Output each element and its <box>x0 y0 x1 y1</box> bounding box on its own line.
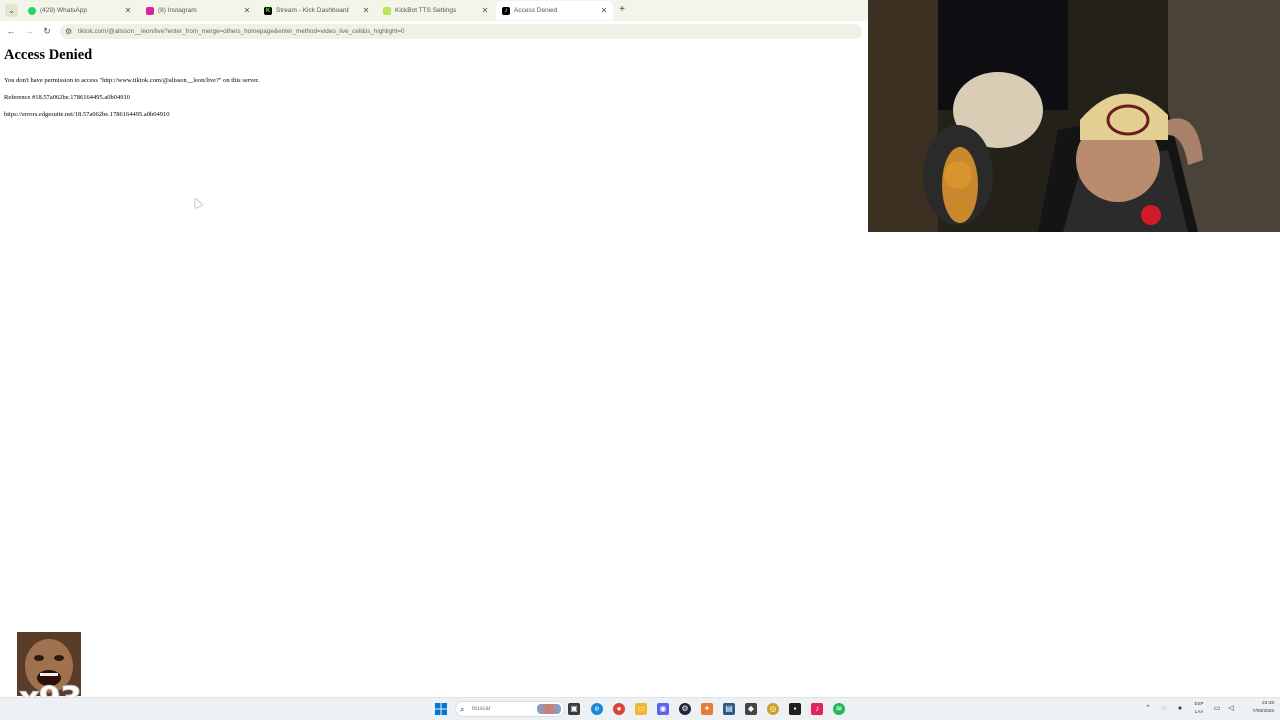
tab-instagram[interactable]: (8) Instagram ✕ <box>140 1 256 20</box>
url-input[interactable] <box>78 25 848 38</box>
close-icon[interactable]: ✕ <box>599 6 609 15</box>
microphone-icon[interactable]: ● <box>1175 703 1185 715</box>
taskbar-search-box[interactable]: ⌕ <box>455 701 565 717</box>
app-icon[interactable]: ◆ <box>745 703 757 715</box>
screen: ⌄ (429) WhatsApp ✕ (8) Instagram ✕ K Str… <box>0 0 1280 720</box>
coin-app-icon[interactable]: ◎ <box>767 703 779 715</box>
tab-kickbot-tts[interactable]: KickBot TTS Settings ✕ <box>377 1 494 20</box>
chrome-icon[interactable]: ● <box>613 703 625 715</box>
tab-search-icon[interactable]: ⌄ <box>5 4 18 17</box>
tab-title: Access Denied <box>514 7 558 14</box>
tab-title: KickBot TTS Settings <box>395 7 457 14</box>
reload-icon[interactable]: ↻ <box>40 25 54 38</box>
whatsapp-icon <box>28 6 36 15</box>
webcam-scene <box>868 0 1280 232</box>
site-settings-icon[interactable]: ⚙ <box>65 25 72 38</box>
copilot-icon[interactable]: ✦ <box>701 703 713 715</box>
clock-date: 7/08/2026 <box>1252 709 1274 714</box>
windows-start-icon[interactable] <box>435 703 447 715</box>
page-content: Access Denied You don't have permission … <box>0 42 868 695</box>
spotify-icon[interactable]: ≋ <box>833 703 845 715</box>
store-icon[interactable]: ▤ <box>723 703 735 715</box>
kickbot-icon <box>383 6 391 15</box>
taskbar-search-input[interactable] <box>472 703 528 715</box>
back-arrow-icon[interactable]: ← <box>4 25 18 38</box>
error-message: You don't have permission to access "htt… <box>4 77 260 84</box>
steam-icon[interactable]: ⚙ <box>679 703 691 715</box>
tab-title: (8) Instagram <box>158 7 197 14</box>
tab-title: (429) WhatsApp <box>40 7 87 14</box>
keyboard-layout: LAA <box>1194 709 1204 714</box>
edge-icon[interactable]: e <box>591 703 603 715</box>
forward-arrow-icon[interactable]: → <box>22 25 36 38</box>
browser-toolbar: ← → ↻ ⚙ <box>0 21 868 42</box>
close-icon[interactable]: ✕ <box>480 6 490 15</box>
discord-icon[interactable]: ◉ <box>657 703 669 715</box>
volume-icon[interactable]: ◁ <box>1225 703 1237 715</box>
instagram-icon <box>146 6 154 15</box>
task-view-icon[interactable]: ▣ <box>568 703 580 715</box>
close-icon[interactable]: ✕ <box>242 6 252 15</box>
address-bar[interactable]: ⚙ <box>60 24 862 39</box>
file-explorer-icon[interactable]: ▭ <box>635 703 647 715</box>
language-indicator[interactable]: ESP LAA <box>1191 700 1207 716</box>
taskbar: ⌕ ▣ e ● ▭ ◉ ⚙ ✦ ▤ ◆ ◎ ▪ ♪ ≋ ⌃ ◌ ● ESP LA… <box>0 697 1280 720</box>
clock[interactable]: 23:48 7/08/2026 <box>1238 700 1274 716</box>
error-url-text: https://errors.edgesuite.net/18.57a062be… <box>4 111 170 118</box>
tray-app-icon[interactable]: ◌ <box>1159 703 1169 715</box>
webcam-overlay <box>868 0 1280 232</box>
tab-kick-dashboard[interactable]: K Stream - Kick Dashboard ✕ <box>258 1 375 20</box>
clock-time: 23:48 <box>1261 701 1274 706</box>
network-icon[interactable]: ▭ <box>1211 703 1223 715</box>
chevron-up-icon[interactable]: ⌃ <box>1143 703 1153 715</box>
tiktok-icon: ♪ <box>502 6 510 15</box>
language-code: ESP <box>1194 701 1204 706</box>
page-title: Access Denied <box>4 47 93 63</box>
close-icon[interactable]: ✕ <box>123 6 133 15</box>
terminal-icon[interactable]: ▪ <box>789 703 801 715</box>
kick-icon: K <box>264 6 272 15</box>
search-highlight-image <box>537 704 561 714</box>
search-icon: ⌕ <box>460 705 465 714</box>
tab-whatsapp[interactable]: (429) WhatsApp ✕ <box>22 1 137 20</box>
new-tab-plus-icon[interactable]: + <box>616 4 628 16</box>
tab-title: Stream - Kick Dashboard <box>276 7 349 14</box>
tiktok-app-icon[interactable]: ♪ <box>811 703 823 715</box>
reference-text: Reference #18.57a062be.1786164495.a0b049… <box>4 94 130 101</box>
close-icon[interactable]: ✕ <box>361 6 371 15</box>
tab-access-denied[interactable]: ♪ Access Denied ✕ <box>496 1 613 20</box>
browser-tab-bar: ⌄ (429) WhatsApp ✕ (8) Instagram ✕ K Str… <box>0 0 868 21</box>
